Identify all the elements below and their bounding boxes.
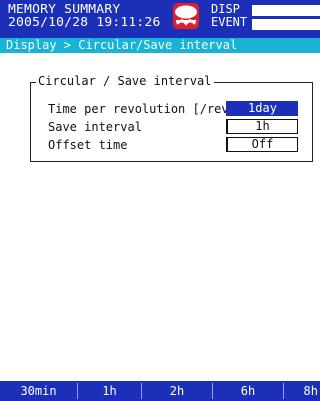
status-disp: DISP [211,2,240,16]
status-indicator-bottom [252,19,320,30]
softkey-1h[interactable]: 1h [78,381,141,401]
time-per-revolution-label: Time per revolution [/rev] [48,102,236,116]
breadcrumb: Display > Circular/Save interval [0,38,320,53]
stop-icon [173,3,199,29]
datetime-display: 2005/10/28 19:11:26 [8,15,161,30]
screen: MEMORY SUMMARY 2005/10/28 19:11:26 DISP … [0,0,320,401]
softkey-bar: 30min 1h 2h 6h 8h [0,381,320,401]
save-interval-field[interactable]: 1h [226,119,298,134]
softkey-8h[interactable]: 8h [284,381,320,401]
status-indicator-top [252,5,320,16]
offset-time-field[interactable]: Off [226,137,298,152]
group-title: Circular / Save interval [36,73,215,89]
time-per-revolution-field[interactable]: 1day [226,101,298,116]
save-interval-label: Save interval [48,120,142,134]
mode-label: MEMORY SUMMARY [8,2,121,17]
status-header: MEMORY SUMMARY 2005/10/28 19:11:26 DISP … [0,0,320,38]
status-event: EVENT [211,15,248,29]
softkey-30min[interactable]: 30min [0,381,77,401]
softkey-2h[interactable]: 2h [142,381,212,401]
offset-time-label: Offset time [48,138,128,152]
softkey-6h[interactable]: 6h [213,381,283,401]
